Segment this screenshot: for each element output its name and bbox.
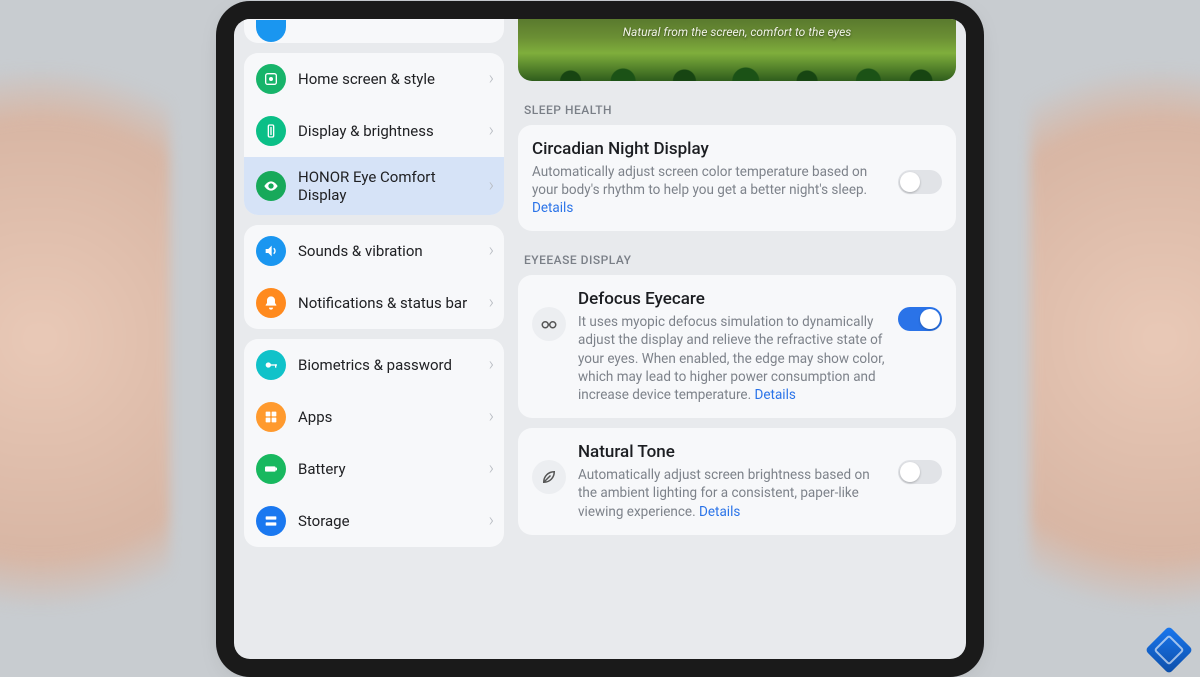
setting-defocus-eyecare[interactable]: Defocus Eyecare It uses myopic defocus s… — [518, 275, 956, 418]
toggle-defocus[interactable] — [898, 307, 942, 331]
eye-comfort-icon — [256, 171, 286, 201]
chevron-right-icon: › — [489, 68, 494, 89]
sidebar-item-display-brightness[interactable]: Display & brightness › — [244, 105, 504, 157]
eye-comfort-banner: Natural from the screen, comfort to the … — [518, 19, 956, 81]
setting-natural-tone[interactable]: Natural Tone Automatically adjust screen… — [518, 428, 956, 535]
sidebar-item-biometrics[interactable]: Biometrics & password › — [244, 339, 504, 391]
sidebar-item-label: Apps — [298, 408, 477, 426]
sidebar-item-apps[interactable]: Apps › — [244, 391, 504, 443]
chevron-right-icon: › — [489, 240, 494, 261]
bell-icon — [256, 288, 286, 318]
battery-icon — [256, 454, 286, 484]
sidebar-group-system: Biometrics & password › Apps › Battery › — [244, 339, 504, 547]
setting-desc: Automatically adjust screen brightness b… — [578, 466, 886, 521]
settings-sidebar: Home screen & style › Display & brightne… — [244, 19, 504, 649]
section-header-eyeease: EYEEASE DISPLAY — [524, 253, 956, 267]
sidebar-item-home-style[interactable]: Home screen & style › — [244, 53, 504, 105]
chevron-right-icon: › — [489, 120, 494, 141]
sidebar-item-notifications[interactable]: Notifications & status bar › — [244, 277, 504, 329]
apps-icon — [256, 402, 286, 432]
setting-circadian-night-display[interactable]: Circadian Night Display Automatically ad… — [518, 125, 956, 232]
section-header-sleep-health: SLEEP HEALTH — [524, 103, 956, 117]
sidebar-item-partial[interactable] — [244, 19, 504, 43]
chevron-right-icon: › — [489, 292, 494, 313]
partial-icon — [256, 20, 286, 42]
setting-title: Circadian Night Display — [532, 139, 886, 159]
sidebar-item-label: HONOR Eye Comfort Display — [298, 168, 477, 204]
setting-title: Defocus Eyecare — [578, 289, 886, 309]
home-style-icon — [256, 64, 286, 94]
sound-icon — [256, 236, 286, 266]
chevron-right-icon: › — [489, 354, 494, 375]
sidebar-item-label: Biometrics & password — [298, 356, 477, 374]
toggle-circadian[interactable] — [898, 170, 942, 194]
details-link[interactable]: Details — [755, 387, 796, 403]
chevron-right-icon: › — [489, 175, 494, 196]
details-link[interactable]: Details — [532, 200, 573, 216]
toggle-natural-tone[interactable] — [898, 460, 942, 484]
sidebar-item-sounds[interactable]: Sounds & vibration › — [244, 225, 504, 277]
sidebar-group-display: Home screen & style › Display & brightne… — [244, 53, 504, 215]
sidebar-item-label: Storage — [298, 512, 477, 530]
sidebar-item-label: Home screen & style — [298, 70, 477, 88]
details-link[interactable]: Details — [699, 504, 740, 520]
detail-pane: Natural from the screen, comfort to the … — [518, 19, 956, 649]
sidebar-item-eye-comfort[interactable]: HONOR Eye Comfort Display › — [244, 157, 504, 215]
chevron-right-icon: › — [489, 510, 494, 531]
sidebar-item-storage[interactable]: Storage › — [244, 495, 504, 547]
chevron-right-icon: › — [489, 406, 494, 427]
glasses-icon — [532, 307, 566, 341]
brightness-icon — [256, 116, 286, 146]
sidebar-item-label: Sounds & vibration — [298, 242, 477, 260]
sidebar-item-battery[interactable]: Battery › — [244, 443, 504, 495]
sidebar-item-label: Notifications & status bar — [298, 294, 477, 312]
key-icon — [256, 350, 286, 380]
leaf-icon — [532, 460, 566, 494]
setting-desc: It uses myopic defocus simulation to dyn… — [578, 313, 886, 404]
sidebar-item-label: Battery — [298, 460, 477, 478]
hand-left — [0, 0, 170, 677]
setting-title: Natural Tone — [578, 442, 886, 462]
sidebar-group-sounds: Sounds & vibration › Notifications & sta… — [244, 225, 504, 329]
device-screen: Home screen & style › Display & brightne… — [234, 19, 966, 659]
sidebar-item-label: Display & brightness — [298, 122, 477, 140]
chevron-right-icon: › — [489, 458, 494, 479]
setting-desc: Automatically adjust screen color temper… — [532, 163, 886, 218]
storage-icon — [256, 506, 286, 536]
banner-caption: Natural from the screen, comfort to the … — [623, 25, 852, 39]
site-watermark — [1145, 626, 1193, 674]
hand-right — [1030, 0, 1200, 677]
